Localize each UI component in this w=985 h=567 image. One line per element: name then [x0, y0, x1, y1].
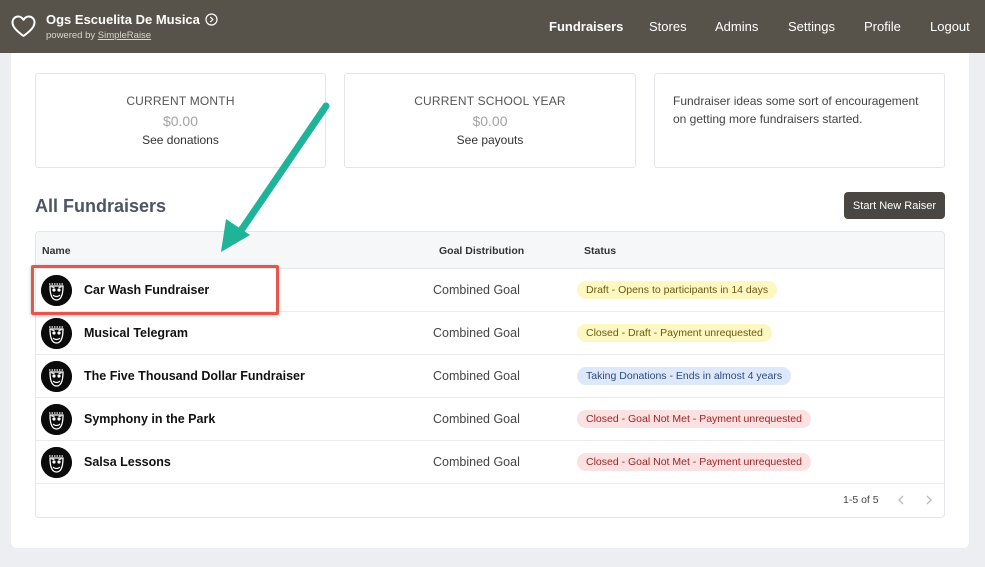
status-badge: Closed - Goal Not Met - Payment unreques… [577, 453, 811, 471]
start-new-raiser-button[interactable]: Start New Raiser [844, 192, 945, 219]
fundraisers-table: Name Goal Distribution Status Car Wash F… [35, 231, 945, 518]
column-header-goal: Goal Distribution [439, 245, 525, 257]
organization-name[interactable]: Ogs Escuelita De Musica [46, 12, 218, 28]
current-school-year-card: CURRENT SCHOOL YEAR $0.00 See payouts [344, 73, 636, 168]
current-school-year-label: CURRENT SCHOOL YEAR [414, 94, 566, 108]
pagination-count: 1-5 of 5 [843, 494, 879, 506]
fundraiser-ideas-text: Fundraiser ideas some sort of encouragem… [673, 94, 919, 126]
current-month-card: CURRENT MONTH $0.00 See donations [35, 73, 326, 168]
goal-distribution: Combined Goal [433, 283, 520, 297]
organization-title: Ogs Escuelita De Musica [46, 11, 200, 27]
nav-settings[interactable]: Settings [788, 19, 835, 34]
nav-stores[interactable]: Stores [649, 19, 687, 34]
table-row[interactable]: Symphony in the Park Combined Goal Close… [36, 398, 944, 441]
fundraiser-avatar [41, 361, 72, 392]
fundraiser-name[interactable]: Car Wash Fundraiser [84, 283, 209, 297]
table-header: Name Goal Distribution Status [36, 232, 944, 269]
nav-admins[interactable]: Admins [715, 19, 758, 34]
brand[interactable]: Ogs Escuelita De Musica powered by Simpl… [10, 12, 218, 42]
section-title: All Fundraisers [35, 196, 167, 216]
fundraiser-avatar [41, 447, 72, 478]
table-row[interactable]: Musical Telegram Combined Goal Closed - … [36, 312, 944, 355]
fundraiser-name[interactable]: Salsa Lessons [84, 455, 171, 469]
powered-by-prefix: powered by [46, 29, 96, 41]
column-header-name: Name [42, 245, 71, 257]
fundraiser-name[interactable]: The Five Thousand Dollar Fundraiser [84, 369, 305, 383]
nav-profile[interactable]: Profile [864, 19, 901, 34]
heart-outline-icon [10, 14, 36, 40]
nav-fundraisers[interactable]: Fundraisers [549, 19, 623, 34]
fundraiser-name[interactable]: Musical Telegram [84, 326, 188, 340]
fundraiser-name[interactable]: Symphony in the Park [84, 412, 215, 426]
see-payouts-link[interactable]: See payouts [345, 133, 635, 147]
circle-arrow-right-icon[interactable] [205, 13, 218, 26]
chevron-right-icon[interactable] [921, 492, 937, 508]
table-row[interactable]: Salsa Lessons Combined Goal Closed - Goa… [36, 441, 944, 484]
simpleraise-link[interactable]: SimpleRaise [98, 30, 151, 41]
fundraiser-avatar [41, 318, 72, 349]
goal-distribution: Combined Goal [433, 412, 520, 426]
goal-distribution: Combined Goal [433, 369, 520, 383]
goal-distribution: Combined Goal [433, 455, 520, 469]
current-month-label: CURRENT MONTH [126, 94, 235, 108]
chevron-left-icon[interactable] [893, 492, 909, 508]
fundraiser-ideas-card: Fundraiser ideas some sort of encouragem… [654, 73, 945, 168]
column-header-status: Status [584, 245, 617, 257]
status-badge: Draft - Opens to participants in 14 days [577, 281, 778, 299]
powered-by: powered by SimpleRaise [46, 29, 218, 42]
status-badge: Closed - Draft - Payment unrequested [577, 324, 772, 342]
status-badge: Taking Donations - Ends in almost 4 year… [577, 367, 792, 385]
table-row[interactable]: The Five Thousand Dollar Fundraiser Comb… [36, 355, 944, 398]
goal-distribution: Combined Goal [433, 326, 520, 340]
current-month-value: $0.00 [162, 113, 199, 129]
fundraiser-avatar [41, 275, 72, 306]
main-content: CURRENT MONTH $0.00 See donations CURREN… [11, 53, 969, 548]
table-footer: 1-5 of 5 [36, 484, 944, 517]
nav-logout[interactable]: Logout [930, 19, 970, 34]
see-donations-link[interactable]: See donations [36, 133, 325, 147]
table-row[interactable]: Car Wash Fundraiser Combined Goal Draft … [36, 269, 944, 312]
status-badge: Closed - Goal Not Met - Payment unreques… [577, 410, 811, 428]
top-navigation-bar: Ogs Escuelita De Musica powered by Simpl… [0, 0, 985, 53]
fundraiser-avatar [41, 404, 72, 435]
current-school-year-value: $0.00 [472, 113, 508, 129]
